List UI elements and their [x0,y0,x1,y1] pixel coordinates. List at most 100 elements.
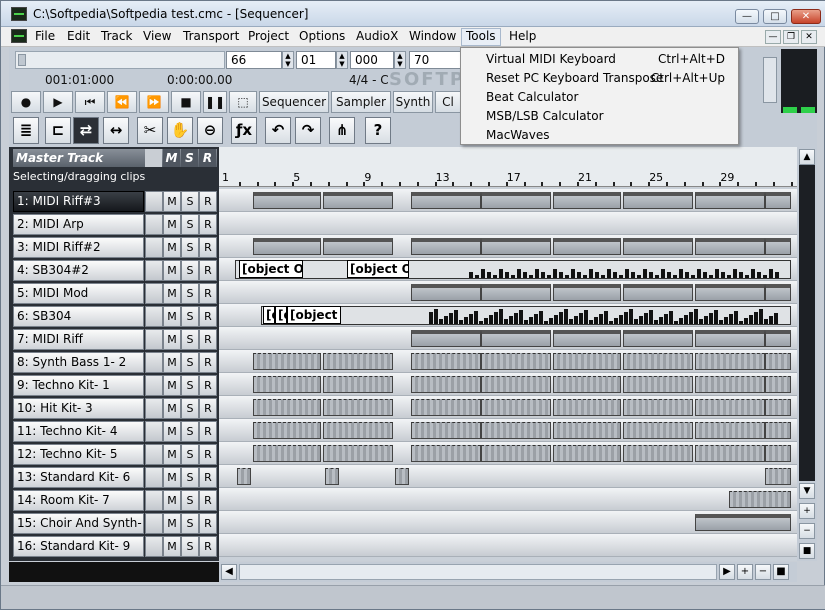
track-name[interactable]: 5: MIDI Mod [13,283,144,304]
horizontal-scroll-track[interactable] [239,564,717,580]
menu-tools[interactable]: Tools [461,28,501,46]
menu-help[interactable]: Help [505,29,540,45]
track-row[interactable]: 12: Techno Kit- 5 MSR [13,444,219,466]
track-color-cell[interactable] [145,375,163,396]
tab-sequencer[interactable]: Sequencer [259,91,329,113]
midi-clip[interactable] [553,192,621,209]
track-name[interactable]: 2: MIDI Arp [13,214,144,235]
track-name[interactable]: 14: Room Kit- 7 [13,490,144,511]
midi-clip[interactable] [623,399,693,416]
midi-clip[interactable] [253,376,321,393]
tick-spinner[interactable]: ▲ ▼ [394,51,406,69]
track-row[interactable]: 6: SB304 M S R [13,306,219,328]
track-solo-button[interactable]: S [181,306,199,327]
maximize-button[interactable]: □ [763,9,787,24]
track-lane[interactable] [219,327,797,350]
track-name[interactable]: 6: SB304 [13,306,144,327]
midi-clip[interactable] [553,330,621,347]
track-lane[interactable] [219,373,797,396]
menu-window[interactable]: Window [405,29,460,45]
midi-clip[interactable] [765,192,791,209]
track-row[interactable]: 4: SB304#2 M S R [13,260,219,282]
track-color-cell[interactable] [145,237,163,258]
track-mute-button[interactable]: M [163,398,181,419]
mdi-minimize-button[interactable]: — [765,30,781,44]
track-row[interactable]: 2: MIDI Arp M S R [13,214,219,236]
move-tool-icon[interactable]: ⇄ [73,117,99,144]
midi-clip[interactable] [623,238,693,255]
track-lane[interactable] [219,442,797,465]
track-color-cell[interactable] [145,444,163,465]
mdi-restore-button[interactable]: ❐ [783,30,799,44]
track-solo-button[interactable]: S [181,214,199,235]
track-mute-button[interactable]: M [163,352,181,373]
tick-field[interactable]: 000 [350,51,394,69]
midi-clip[interactable] [323,238,393,255]
mdi-close-button[interactable]: ✕ [801,30,817,44]
help-icon[interactable]: ? [365,117,391,144]
tab-synth[interactable]: Synth [393,91,433,113]
bar-field[interactable]: 01 [296,51,336,69]
track-solo-button[interactable]: S [181,536,199,557]
track-mute-button[interactable]: M [163,191,181,212]
rewind-start-button[interactable]: ⏮ [75,91,105,113]
track-color-cell[interactable] [145,467,163,488]
midi-clip[interactable] [411,399,481,416]
track-mute-button[interactable]: M [163,536,181,557]
tools-menu-item[interactable]: MSB/LSB Calculator [462,107,737,126]
scroll-left-button[interactable]: ◀ [221,564,237,580]
midi-clip[interactable] [765,399,791,416]
track-color-cell[interactable] [145,329,163,350]
midi-clip[interactable] [695,422,765,439]
zoom-out-horizontal-button[interactable]: − [755,564,771,580]
track-lane[interactable] [219,235,797,258]
menu-project[interactable]: Project [244,29,293,45]
track-lane[interactable] [219,419,797,442]
midi-clip[interactable] [765,330,791,347]
stop-button[interactable]: ■ [171,91,201,113]
midi-clip[interactable] [765,238,791,255]
midi-clip[interactable] [695,445,765,462]
midi-clip[interactable] [553,422,621,439]
midi-clip[interactable] [481,330,551,347]
track-solo-button[interactable]: S [181,375,199,396]
track-mute-button[interactable]: M [163,444,181,465]
midi-clip[interactable] [253,353,321,370]
midi-clip[interactable] [623,192,693,209]
take-label[interactable]: [object Object] [275,306,287,324]
track-mute-button[interactable]: M [163,375,181,396]
track-lane[interactable] [219,189,797,212]
track-row[interactable]: 13: Standard Kit- 6 MSR [13,467,219,489]
midi-clip[interactable] [765,376,791,393]
menu-track[interactable]: Track [97,29,136,45]
track-color-cell[interactable] [145,421,163,442]
midi-clip[interactable] [253,238,321,255]
midi-clip[interactable] [623,353,693,370]
track-lane[interactable] [219,281,797,304]
track-solo-button[interactable]: S [181,260,199,281]
track-record-button[interactable]: R [199,214,217,235]
midi-clip[interactable] [765,445,791,462]
track-solo-button[interactable]: S [181,467,199,488]
minimize-button[interactable]: — [735,9,759,24]
midi-clip[interactable] [395,468,409,485]
track-name[interactable]: 7: MIDI Riff [13,329,144,350]
vertical-scrollbar[interactable]: ▲ ▼ + − ■ [797,147,817,561]
midi-clip[interactable] [695,284,765,301]
track-solo-button[interactable]: S [181,191,199,212]
midi-clip[interactable] [553,376,621,393]
track-color-cell[interactable] [145,398,163,419]
vertical-scroll-track[interactable] [799,165,815,481]
take-label[interactable]: [object Object] [347,260,409,278]
menu-edit[interactable]: Edit [63,29,94,45]
midi-clip[interactable] [553,353,621,370]
track-row[interactable]: 15: Choir And Synth- 8 MSR [13,513,219,535]
track-lane[interactable] [219,511,797,534]
midi-clip[interactable] [695,514,791,531]
midi-clip[interactable] [623,330,693,347]
track-solo-button[interactable]: S [181,329,199,350]
track-color-cell[interactable] [145,513,163,534]
track-name[interactable]: 8: Synth Bass 1- 2 [13,352,144,373]
track-lane[interactable] [219,212,797,235]
track-lane[interactable] [219,465,797,488]
